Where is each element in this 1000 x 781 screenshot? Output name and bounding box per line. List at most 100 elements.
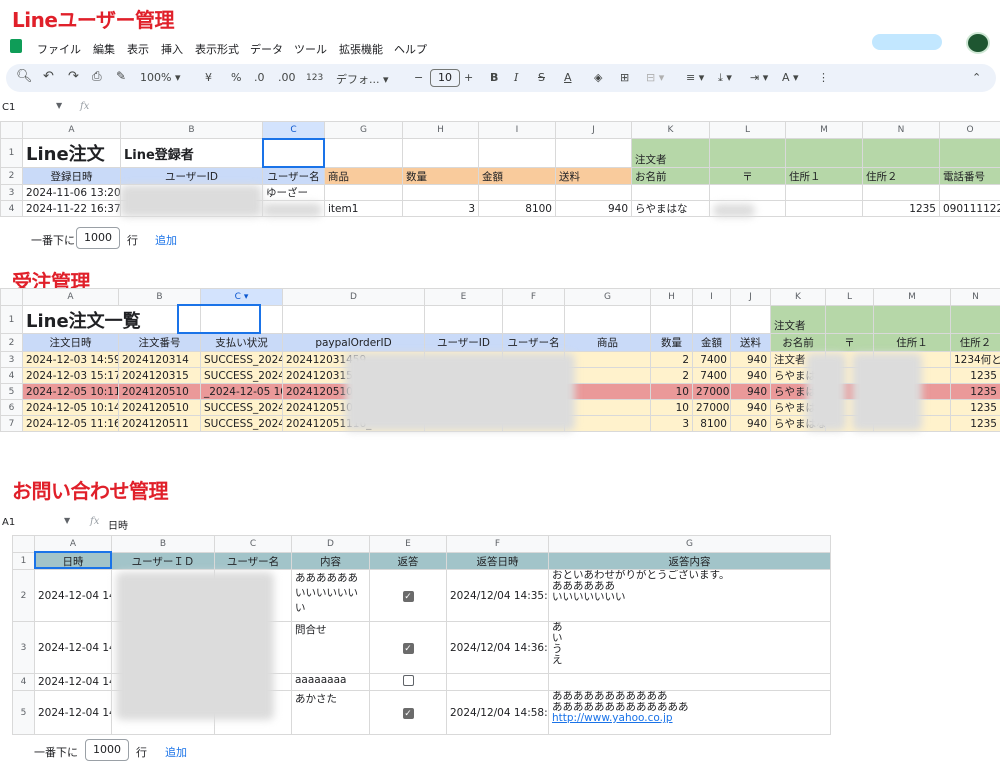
cell[interactable]: らやまはな bbox=[631, 200, 710, 217]
row-header[interactable]: 5 bbox=[12, 690, 35, 735]
paint-format-icon[interactable]: ✎ bbox=[116, 69, 126, 83]
checkbox-checked-icon[interactable]: ✓ bbox=[402, 642, 414, 654]
cell[interactable]: Line登録者 bbox=[120, 138, 263, 168]
cell[interactable]: 2024-12-04 14:4 bbox=[34, 673, 112, 691]
header-cell[interactable]: お名前 bbox=[631, 167, 710, 185]
cell[interactable] bbox=[282, 305, 425, 334]
bold-icon[interactable]: B bbox=[490, 71, 498, 84]
menu-insert[interactable]: 挿入 bbox=[161, 41, 183, 57]
cell[interactable]: 940 bbox=[555, 200, 632, 217]
cell[interactable] bbox=[555, 138, 632, 168]
cell[interactable]: 2024-12-05 10:14 bbox=[22, 399, 119, 416]
cell[interactable]: 1235 bbox=[950, 399, 1000, 416]
horizontal-align-icon[interactable]: ≡ ▾ bbox=[686, 71, 704, 84]
cell[interactable] bbox=[478, 138, 556, 168]
col-header[interactable]: A bbox=[22, 288, 119, 306]
col-header[interactable]: J bbox=[555, 121, 632, 139]
share-button[interactable] bbox=[872, 34, 942, 50]
cell[interactable]: 27000 bbox=[692, 383, 731, 400]
corner-cell[interactable] bbox=[12, 535, 35, 553]
cell[interactable]: ああああああ いいいいいいい bbox=[291, 569, 370, 622]
col-header[interactable]: I bbox=[692, 288, 731, 306]
cell[interactable]: 3 bbox=[402, 200, 479, 217]
header-cell[interactable]: 支払い状況 bbox=[200, 333, 283, 352]
row-header[interactable]: 1 bbox=[0, 305, 23, 334]
col-header[interactable]: G bbox=[324, 121, 403, 139]
cell[interactable] bbox=[709, 138, 786, 168]
header-cell[interactable]: ユーザーID bbox=[424, 333, 503, 352]
number-format-button[interactable]: 123 bbox=[306, 73, 323, 83]
collapse-toolbar-icon[interactable]: ⌃ bbox=[972, 71, 981, 84]
cell[interactable]: item1 bbox=[324, 200, 403, 217]
col-header[interactable]: E bbox=[369, 535, 447, 553]
cell[interactable]: 940 bbox=[730, 367, 771, 384]
merge-cells-icon[interactable]: ⊟ ▾ bbox=[646, 71, 664, 84]
cell[interactable] bbox=[950, 305, 1000, 334]
col-header[interactable]: G bbox=[548, 535, 831, 553]
header-cell[interactable]: 数量 bbox=[402, 167, 479, 185]
col-header[interactable]: B bbox=[111, 535, 215, 553]
cell[interactable]: 7400 bbox=[692, 367, 731, 384]
add-rows-button[interactable]: 追加 bbox=[155, 232, 177, 248]
cell[interactable]: 2024-12-05 11:16 bbox=[22, 415, 119, 432]
row-header[interactable]: 2 bbox=[12, 569, 35, 622]
cell[interactable]: _2024-12-05 10:1 bbox=[200, 383, 283, 400]
header-cell[interactable]: 住所１ bbox=[873, 333, 951, 352]
cell[interactable]: SUCCESS_2024- bbox=[200, 415, 283, 432]
row-header[interactable]: 6 bbox=[0, 399, 23, 416]
cell[interactable]: 1235 bbox=[950, 383, 1000, 400]
cell[interactable] bbox=[564, 351, 651, 368]
borders-icon[interactable]: ⊞ bbox=[620, 71, 629, 84]
print-icon[interactable]: ⎙ bbox=[92, 69, 102, 84]
corner-cell[interactable] bbox=[0, 288, 23, 306]
row-header[interactable]: 3 bbox=[0, 351, 23, 368]
cell[interactable] bbox=[785, 184, 863, 201]
cell[interactable] bbox=[862, 184, 940, 201]
cell[interactable] bbox=[555, 184, 632, 201]
cell[interactable]: 1235 bbox=[862, 200, 940, 217]
checkbox-unchecked-icon[interactable] bbox=[402, 675, 414, 686]
cell[interactable]: 1235 bbox=[950, 415, 1000, 432]
col-header[interactable]: O bbox=[939, 121, 1000, 139]
cell[interactable]: 2024-12-03 15:17 bbox=[22, 367, 119, 384]
checkbox-checked-icon[interactable]: ✓ bbox=[402, 707, 414, 719]
header-cell[interactable]: 数量 bbox=[650, 333, 693, 352]
menu-view[interactable]: 表示 bbox=[127, 41, 149, 57]
header-cell[interactable]: 住所１ bbox=[785, 167, 863, 185]
zoom-select[interactable]: 100% ▾ bbox=[140, 71, 180, 84]
font-size-plus-icon[interactable]: + bbox=[464, 71, 473, 84]
header-cell[interactable]: 送料 bbox=[730, 333, 771, 352]
search-menus-icon[interactable]: 🔍︎ bbox=[16, 69, 33, 84]
cell[interactable]: 1234何とか建物 bbox=[950, 351, 1000, 368]
sheet-title-cell[interactable]: Line注文 bbox=[22, 138, 121, 168]
cell[interactable]: 注文者 bbox=[631, 138, 710, 168]
currency-format-button[interactable]: ¥ bbox=[205, 71, 212, 84]
decrease-decimal-button[interactable]: .0 bbox=[254, 71, 265, 84]
header-cell[interactable]: 返答内容 bbox=[548, 552, 831, 570]
row-header[interactable]: 2 bbox=[0, 167, 23, 185]
cell[interactable] bbox=[873, 305, 951, 334]
fill-color-icon[interactable]: ◈ bbox=[594, 71, 602, 84]
strikethrough-icon[interactable]: S bbox=[538, 71, 545, 84]
header-cell[interactable]: 返答 bbox=[369, 552, 447, 570]
header-cell[interactable]: paypalOrderID bbox=[282, 333, 425, 352]
cell[interactable]: 8100 bbox=[692, 415, 731, 432]
row-header[interactable]: 1 bbox=[0, 138, 23, 168]
header-cell[interactable]: 注文日時 bbox=[22, 333, 119, 352]
header-cell[interactable]: ユーザーID bbox=[120, 167, 263, 185]
cell[interactable]: 8100 bbox=[478, 200, 556, 217]
menu-tools[interactable]: ツール bbox=[294, 41, 327, 57]
cell[interactable] bbox=[564, 383, 651, 400]
font-select[interactable]: デフォ... ▾ bbox=[336, 71, 389, 87]
cell[interactable]: 2024120315 bbox=[118, 367, 201, 384]
cell[interactable]: あああああああああああ あああああああああああああ http://www.yaho… bbox=[548, 690, 831, 735]
cell[interactable] bbox=[730, 305, 771, 334]
col-header[interactable]: J bbox=[730, 288, 771, 306]
cell[interactable] bbox=[446, 673, 549, 691]
col-header[interactable]: K bbox=[770, 288, 826, 306]
header-cell[interactable]: 送料 bbox=[555, 167, 632, 185]
col-header[interactable]: H bbox=[650, 288, 693, 306]
col-header[interactable]: F bbox=[502, 288, 565, 306]
col-header[interactable]: L bbox=[709, 121, 786, 139]
cell[interactable] bbox=[939, 138, 1000, 168]
